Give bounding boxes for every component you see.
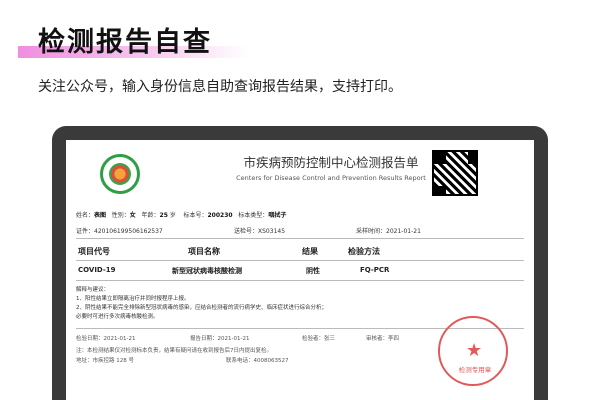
star-icon: ★ (466, 340, 483, 361)
age-unit: 岁 (169, 212, 176, 219)
tester-label: 检验者： (302, 336, 325, 342)
info-row-2-collect: 采样时间：2021-01-21 (356, 226, 421, 235)
name-label: 姓名： (76, 212, 95, 219)
phone: 联系电话：4008063527 (226, 356, 289, 364)
report-date-value: 2021-01-21 (217, 336, 250, 342)
logo-emblem-icon (109, 163, 131, 185)
report-title-cn: 市疾病预防控制中心检测报告单 (243, 155, 419, 170)
divider (76, 238, 524, 239)
cdc-logo (100, 154, 140, 194)
notes-line: 解释与建议： (76, 287, 110, 293)
barcode-value: XS03145 (258, 228, 286, 235)
report-date-label: 报告日期： (190, 336, 218, 342)
inspect-date: 检验日期：2021-01-21 (76, 334, 135, 342)
info-row-1: 姓名：表图 性别：女 年龄：25 岁 标本号：200230 标本类型：咽拭子 (76, 210, 286, 219)
sample-type-label: 标本类型： (238, 212, 269, 219)
table-header-code: 项目代号 (78, 247, 110, 256)
table-header-result: 结果 (302, 247, 318, 256)
table-header-method: 检验方法 (348, 247, 380, 256)
reviewer: 审核者：李四 (366, 334, 399, 342)
page-subtitle: 关注公众号，输入身份信息自助查询报告结果，支持打印。 (38, 79, 402, 95)
disclaimer: 注：本检测结果仅对检测标本负责，结果有疑问请在收到报告后7日内提出复检。 (76, 348, 273, 354)
address: 地址：市疾控路 128 号 (76, 358, 134, 364)
qr-code-icon[interactable] (432, 150, 478, 196)
table-cell-result: 阴性 (306, 267, 320, 275)
divider (76, 280, 524, 281)
notes-line: 必要时可进行多次病毒核酸检测。 (76, 314, 159, 320)
sample-no-value: 200230 (207, 212, 233, 219)
sample-no-label: 标本号： (183, 212, 208, 219)
sample-type-value: 咽拭子 (268, 212, 287, 219)
divider (76, 260, 524, 261)
report-title-en: Centers for Disease Control and Preventi… (236, 174, 426, 182)
barcode-label: 送检号： (234, 228, 259, 235)
id-label: 证件： (76, 228, 95, 235)
inspect-date-value: 2021-01-21 (103, 336, 136, 342)
official-stamp: ★ 检测专用章 (438, 316, 508, 386)
phone-value: 4008063527 (253, 358, 289, 364)
table-cell-name: 新型冠状病毒核酸检测 (172, 267, 242, 275)
tester-value: 张三 (324, 336, 336, 342)
collect-label: 采样时间： (356, 228, 387, 235)
report-document: 市疾病预防控制中心检测报告单 Centers for Disease Contr… (66, 140, 534, 400)
tester: 检验者：张三 (302, 334, 335, 342)
notes-line: 2、阴性结果不能完全排除新型冠状病毒的感染，应结合检测者的流行病学史、临床症状进… (76, 305, 328, 311)
reviewer-label: 审核者： (366, 336, 389, 342)
collect-value: 2021-01-21 (386, 228, 421, 235)
age-label: 年龄： (141, 212, 160, 219)
report-date: 报告日期：2021-01-21 (190, 334, 249, 342)
notes-line: 1、阳性结果立即隔离治疗并同时报程序上报。 (76, 296, 190, 302)
info-row-2: 证件：420106199506162537 (76, 226, 163, 235)
sex-value: 女 (129, 212, 136, 219)
table-cell-method: FQ-PCR (360, 266, 390, 274)
page-title: 检测报告自查 (38, 27, 212, 58)
sex-label: 性别： (111, 212, 130, 219)
reviewer-value: 李四 (388, 336, 400, 342)
report-notes: 解释与建议： 1、阳性结果立即隔离治疗并同时报程序上报。 2、阴性结果不能完全排… (76, 286, 327, 322)
table-cell-code: COVID-19 (78, 266, 116, 274)
age-value: 25 (159, 212, 168, 219)
table-header-name: 项目名称 (188, 247, 220, 256)
phone-label: 联系电话： (226, 358, 254, 364)
id-value: 420106199506162537 (94, 228, 163, 235)
name-value: 表图 (94, 212, 107, 219)
info-row-2-barcode: 送检号：XS03145 (234, 226, 285, 235)
stamp-text: 检测专用章 (458, 366, 492, 374)
inspect-date-label: 检验日期： (76, 336, 104, 342)
